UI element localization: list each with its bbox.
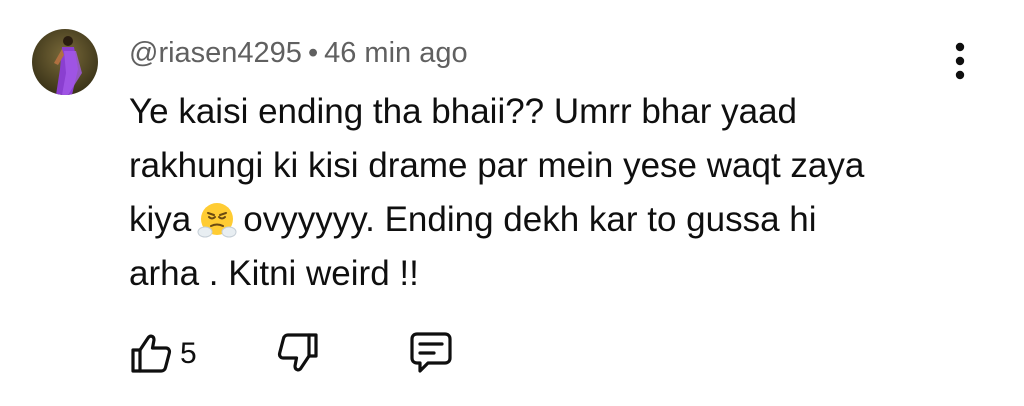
avatar-image [32,29,98,95]
comment-text-segment: ovyyyyy. Ending dekh kar to gussa hi [243,200,817,239]
avatar[interactable] [32,29,98,95]
comment-line: rakhungi ki kisi drame par mein yese waq… [129,146,865,185]
reply-button[interactable] [408,330,454,376]
author-name[interactable]: @riasen4295 [129,37,302,69]
thumbs-up-icon [131,334,172,373]
steam-from-nose-emoji-icon [197,199,237,239]
comment-header: @riasen4295 • 46 min ago [129,34,468,72]
like-count: 5 [180,337,197,370]
separator: • [307,37,319,69]
comment-line-with-emoji: kiya ovyyyyy. Ending dekh kar to gussa h… [129,193,979,247]
dislike-button[interactable] [275,330,321,376]
comment-line: arha . Kitni weird !! [129,254,419,293]
comment-text-segment: kiya [129,200,192,239]
thumbs-down-icon [277,333,318,372]
comment-text: Ye kaisi ending tha bhaii?? Umrr bhar ya… [129,85,979,301]
vertical-ellipsis-icon [955,42,965,80]
timestamp[interactable]: 46 min ago [324,37,468,69]
more-options-button[interactable] [944,38,976,84]
comment-bubble-icon [410,332,452,373]
like-button[interactable] [128,330,174,376]
comment-line: Ye kaisi ending tha bhaii?? Umrr bhar ya… [129,92,798,131]
comment-actions: 5 [0,330,1024,380]
